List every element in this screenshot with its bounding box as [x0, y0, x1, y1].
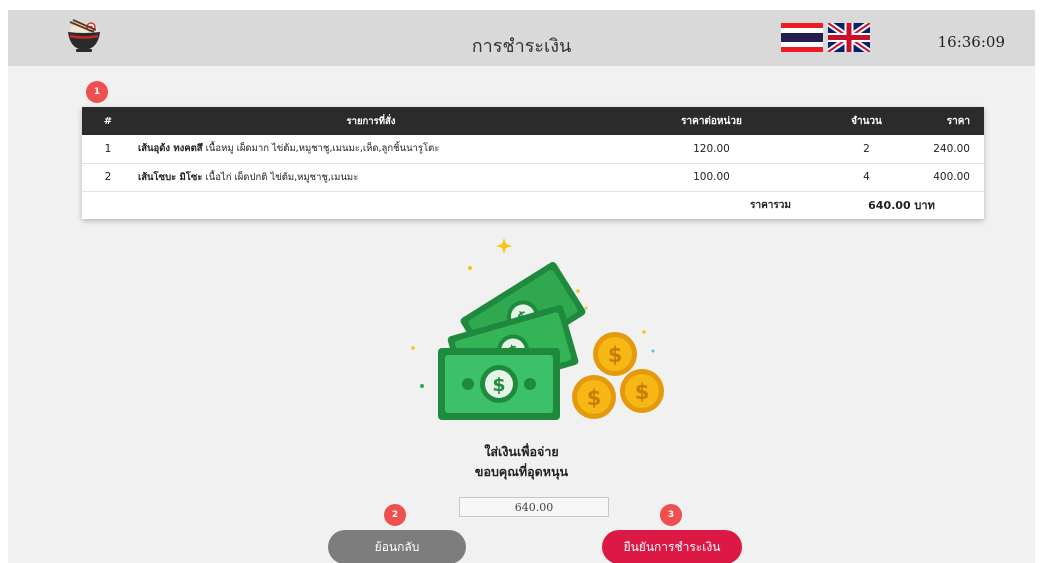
thai-flag-icon[interactable] [781, 23, 823, 52]
svg-text:$: $ [608, 343, 623, 367]
column-header-quantity: จำนวน [851, 115, 882, 127]
total-label: ราคารวม [750, 199, 791, 211]
page-title: การชำระเงิน [471, 36, 572, 57]
row-price: 240.00 [933, 142, 970, 155]
total-value: 640.00 บาท [868, 199, 935, 213]
row-unit-price: 120.00 [693, 142, 730, 155]
clock-time: 16:36:09 [937, 33, 1005, 51]
thank-you-message: ขอบคุณที่อุดหนุน [474, 464, 569, 479]
order-table: # รายการที่สั่ง ราคาต่อหน่วย จำนวน ราคา … [82, 107, 984, 219]
svg-text:$: $ [635, 380, 650, 404]
confirm-payment-button[interactable]: ยืนยันการชำระเงิน [602, 530, 742, 563]
column-header-unit-price: ราคาต่อหน่วย [681, 115, 742, 127]
step-badge-2: 2 [384, 504, 406, 526]
back-button[interactable]: ย้อนกลับ [328, 530, 466, 563]
svg-text:$: $ [587, 386, 602, 410]
table-row: 1 เส้นอุด้ง ทงคตสึ เนื้อหมู เผ็ดมาก ไข่ต… [82, 135, 984, 163]
amount-input[interactable] [459, 497, 609, 517]
column-header-number: # [103, 115, 113, 127]
item-details: เนื้อหมู เผ็ดมาก ไข่ต้ม,หมูชาชู,เมนมะ,เห… [205, 143, 440, 155]
header-bar: การชำระเงิน 16:36:09 [8, 10, 1035, 66]
column-header-item: รายการที่สั่ง [346, 115, 396, 127]
table-header-row: # รายการที่สั่ง ราคาต่อหน่วย จำนวน ราคา [82, 107, 984, 135]
step-badge-1: 1 [86, 81, 108, 103]
row-quantity: 2 [863, 142, 870, 155]
money-illustration-icon: $ $ $ $ $ $ [411, 238, 664, 420]
item-name: เส้นอุด้ง ทงคตสึ [138, 143, 203, 155]
item-details: เนื้อไก่ เผ็ดปกติ ไข่ต้ม,หมูชาชู,เมนมะ [205, 171, 359, 183]
row-number: 2 [104, 171, 112, 183]
svg-text:$: $ [492, 374, 505, 396]
column-header-price: ราคา [946, 115, 970, 127]
uk-flag-icon[interactable] [828, 23, 870, 52]
row-item: เส้นอุด้ง ทงคตสึ เนื้อหมู เผ็ดมาก ไข่ต้ม… [134, 135, 604, 163]
table-total-row: ราคารวม 640.00 บาท [82, 191, 984, 219]
row-item: เส้นโซบะ มิโซะ เนื้อไก่ เผ็ดปกติ ไข่ต้ม,… [134, 163, 604, 191]
insert-money-message: ใส่เงินเพื่อจ่าย [484, 444, 559, 459]
row-price: 400.00 [933, 171, 970, 183]
table-row: 2 เส้นโซบะ มิโซะ เนื้อไก่ เผ็ดปกติ ไข่ต้… [82, 163, 984, 191]
row-quantity: 4 [863, 171, 870, 183]
item-name: เส้นโซบะ มิโซะ [138, 171, 203, 183]
step-badge-3: 3 [660, 504, 682, 526]
row-unit-price: 100.00 [693, 171, 730, 183]
app-frame: การชำระเงิน 16:36:09 1 # รายการที่สั่ง ร… [8, 10, 1035, 563]
row-number: 1 [104, 142, 112, 155]
